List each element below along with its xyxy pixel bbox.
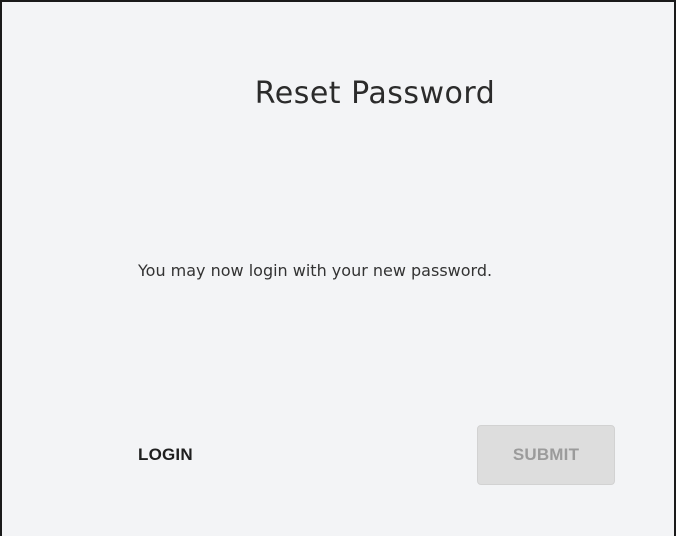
login-link[interactable]: LOGIN — [138, 445, 193, 465]
reset-password-panel: Reset Password You may now login with yo… — [0, 0, 676, 536]
confirmation-message: You may now login with your new password… — [138, 261, 493, 280]
page-title: Reset Password — [254, 76, 496, 111]
submit-button[interactable]: SUBMIT — [477, 425, 615, 485]
